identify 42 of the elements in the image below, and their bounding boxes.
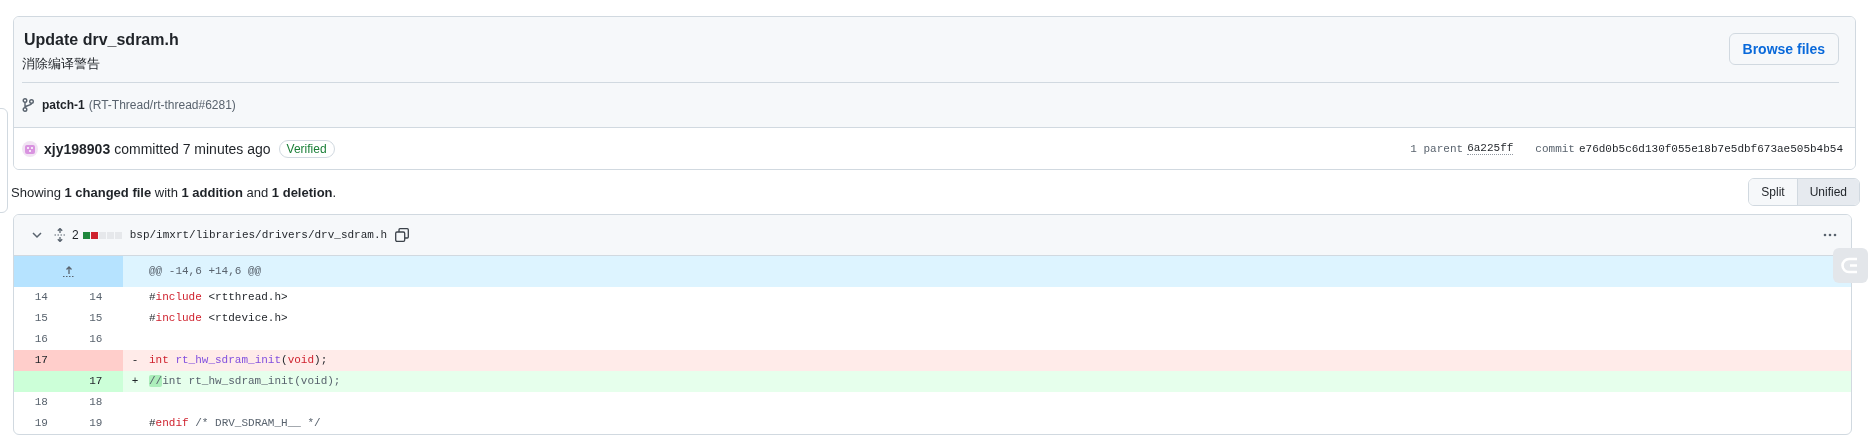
expand-up-icon	[61, 265, 76, 278]
author-link[interactable]: xjy198903	[44, 140, 111, 157]
line-number[interactable]: 16	[14, 329, 69, 350]
view-toggle-button[interactable]: Unified	[1796, 179, 1859, 205]
code-line: int rt_hw_sdram_init(void);	[149, 354, 328, 366]
commit-description: 消除编译警告	[22, 56, 101, 72]
commit-title: Update drv_sdram.h	[23, 30, 179, 50]
parent-sha-link[interactable]: 6a225ff	[1467, 142, 1514, 155]
line-number[interactable]: 17	[68, 371, 123, 392]
branch-name[interactable]: patch-1	[42, 98, 85, 112]
code-line: #endif /* DRV_SDRAM_H__ */	[149, 417, 321, 429]
line-number[interactable]: 16	[68, 329, 123, 350]
more-options-icon[interactable]	[1823, 233, 1837, 237]
code-line: #include <rtthread.h>	[149, 291, 288, 303]
pull-request-link[interactable]: (RT-Thread/rt-thread#6281)	[88, 98, 236, 112]
line-number[interactable]: 14	[14, 287, 69, 308]
view-toggle-button[interactable]: Split	[1749, 179, 1797, 205]
line-number[interactable]: 15	[68, 308, 123, 329]
diff-sign: +	[130, 374, 140, 389]
code-line: #include <rtdevice.h>	[149, 312, 288, 324]
line-number[interactable]: 19	[14, 413, 69, 434]
commit-label: commit	[1535, 142, 1575, 155]
chevron-icon[interactable]	[32, 230, 42, 240]
expand-icon[interactable]	[54, 228, 66, 242]
line-number[interactable]: 15	[14, 308, 69, 329]
file-path: bsp/imxrt/libraries/drivers/drv_sdram.h	[129, 229, 388, 241]
line-number[interactable]: 14	[68, 287, 123, 308]
hunk-header: @@ -14,6 +14,6 @@	[148, 264, 262, 279]
commit-sha: e76d0b5c6d130f055e18b7e5dbf673ae505b4b54	[1578, 142, 1843, 155]
line-number[interactable]: 18	[68, 392, 123, 413]
line-number[interactable]: 17	[14, 350, 69, 371]
diff-sign: -	[130, 353, 140, 368]
parent-label: 1 parent	[1410, 142, 1464, 155]
diff-summary: Showing 1 changed file with 1 addition and 1 deletion.	[11, 184, 337, 200]
line-number[interactable]: 19	[68, 413, 123, 434]
code-line: //int rt_hw_sdram_init(void);	[149, 375, 341, 387]
commit-time: committed 7 minutes ago	[114, 140, 271, 157]
branch-icon	[22, 98, 34, 112]
line-number[interactable]: 18	[14, 392, 69, 413]
change-count: 2	[72, 228, 79, 242]
browse-files-button[interactable]: Browse files	[1728, 33, 1839, 65]
copy-icon[interactable]	[395, 228, 410, 242]
